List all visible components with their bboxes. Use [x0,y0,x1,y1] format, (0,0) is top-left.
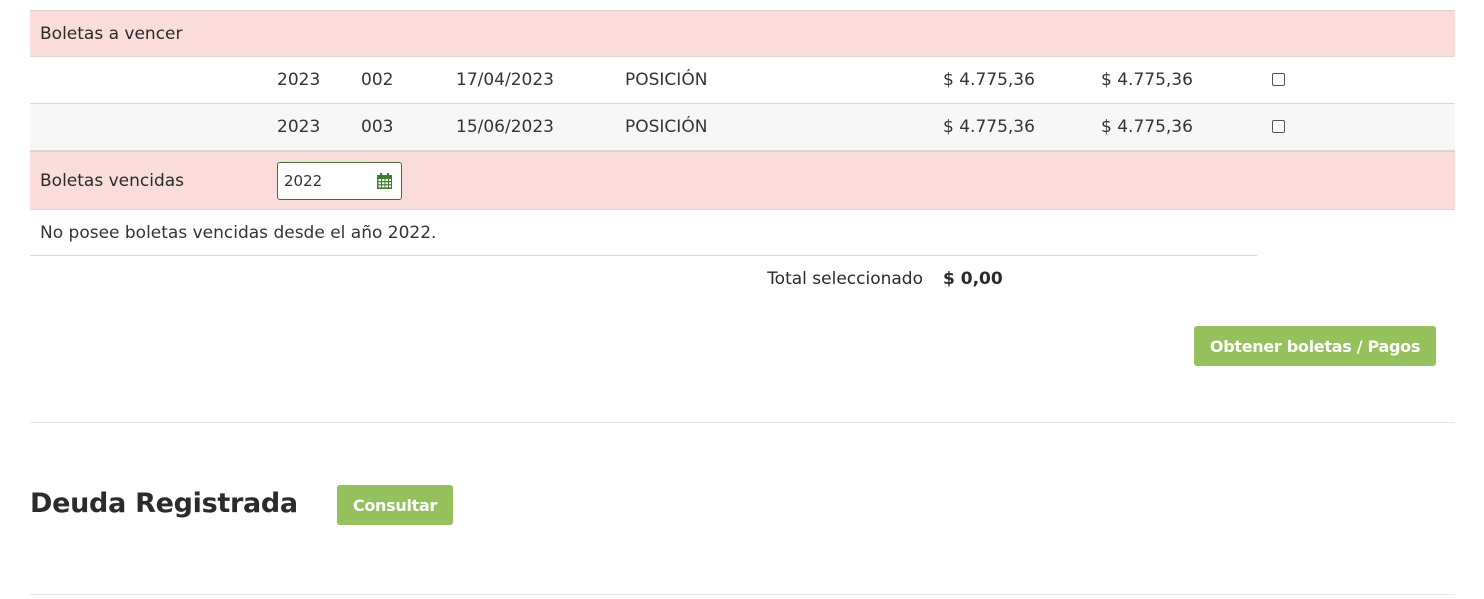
row-due-date: 15/06/2023 [456,117,554,137]
empty-vencidas-message: No posee boletas vencidas desde el año 2… [30,210,1257,256]
divider [30,422,1455,423]
year-picker-value: 2022 [284,172,323,190]
table-row: 2023 002 17/04/2023 POSICIÓN $ 4.775,36 … [30,57,1455,104]
total-value: $ 0,00 [943,269,1003,289]
row-checkbox-cell [1272,57,1285,103]
row-year: 2023 [277,70,321,90]
page: Boletas a vencer 2023 002 17/04/2023 POS… [0,0,1484,599]
row-due-date: 17/04/2023 [456,70,554,90]
row-year: 2023 [277,117,321,137]
row-select-checkbox[interactable] [1272,119,1285,133]
section-header-boletas-a-vencer: Boletas a vencer [30,10,1455,57]
row-concept: POSICIÓN [625,70,708,90]
row-number: 003 [361,117,394,137]
row-amount-total: $ 4.775,36 [1101,117,1193,137]
section-title: Boletas vencidas [40,170,185,191]
row-checkbox-cell [1272,104,1285,150]
calendar-icon[interactable] [376,172,393,190]
divider [30,594,1455,595]
boletas-table: Boletas a vencer 2023 002 17/04/2023 POS… [30,10,1455,302]
year-picker-input[interactable]: 2022 [277,162,402,200]
consultar-button[interactable]: Consultar [337,485,453,525]
obtener-boletas-button[interactable]: Obtener boletas / Pagos [1194,326,1436,366]
row-amount: $ 4.775,36 [943,117,1035,137]
total-row: Total seleccionado $ 0,00 [30,256,1455,302]
section-header-boletas-vencidas: Boletas vencidas 2022 [30,151,1455,210]
row-number: 002 [361,70,394,90]
deuda-registrada-title: Deuda Registrada [30,487,298,519]
row-amount: $ 4.775,36 [943,70,1035,90]
row-concept: POSICIÓN [625,117,708,137]
section-title: Boletas a vencer [40,23,183,44]
row-amount-total: $ 4.775,36 [1101,70,1193,90]
row-select-checkbox[interactable] [1272,72,1285,86]
table-row: 2023 003 15/06/2023 POSICIÓN $ 4.775,36 … [30,104,1455,151]
total-label: Total seleccionado [767,269,923,289]
